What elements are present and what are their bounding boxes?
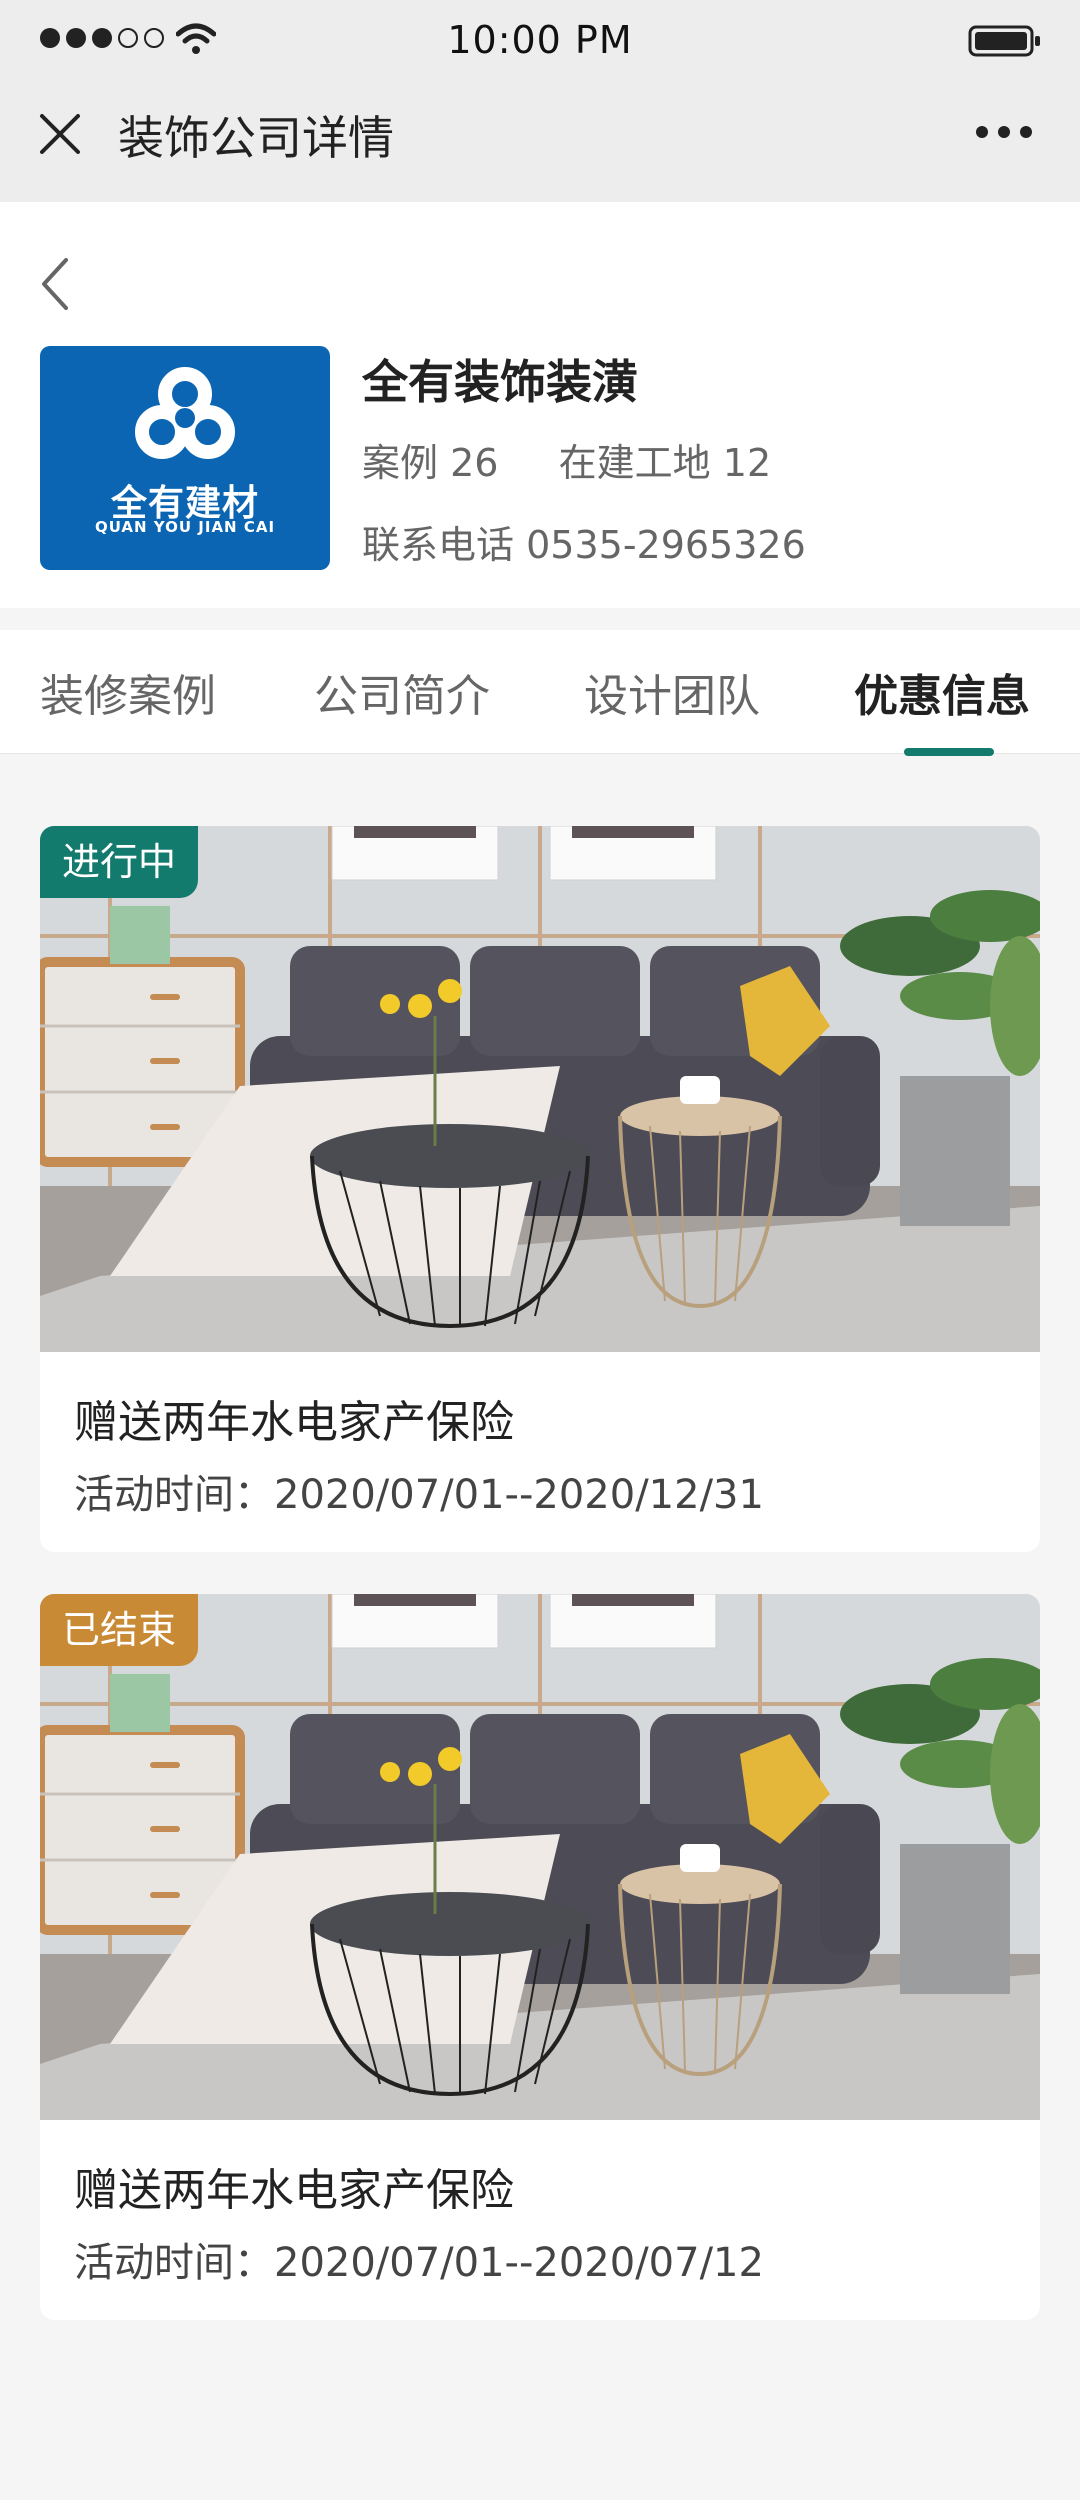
company-name: 全有装饰装潢 bbox=[362, 355, 638, 409]
nav-bar: 装饰公司详情 bbox=[0, 80, 1080, 202]
company-header: 全有建材 QUAN YOU JIAN CAI 全有装饰装潢 案例 26 在建工地… bbox=[0, 202, 1080, 608]
logo-emblem-icon bbox=[135, 367, 235, 459]
tab-company-intro[interactable]: 公司简介 bbox=[314, 660, 490, 724]
promotion-title: 赠送两年水电家产保险 bbox=[74, 2165, 514, 2216]
cases-label: 案例 bbox=[362, 441, 439, 485]
promotion-image bbox=[40, 826, 1040, 1352]
sites-count: 12 bbox=[722, 441, 772, 485]
company-stats: 案例 26 在建工地 12 bbox=[362, 432, 771, 487]
page-title: 装饰公司详情 bbox=[118, 111, 394, 165]
status-badge: 已结束 bbox=[40, 1594, 199, 1666]
tab-design-team[interactable]: 设计团队 bbox=[584, 660, 760, 724]
battery-icon bbox=[968, 25, 1040, 57]
back-icon[interactable] bbox=[36, 254, 76, 314]
status-time: 10:00 PM bbox=[447, 18, 633, 62]
logo-subtext: QUAN YOU JIAN CAI bbox=[94, 518, 276, 536]
phone-number: 0535-2965326 bbox=[526, 523, 806, 567]
company-logo: 全有建材 QUAN YOU JIAN CAI bbox=[40, 346, 330, 570]
phone-label: 联系电话 bbox=[362, 523, 515, 567]
promotion-card[interactable]: 已结束 赠送两年水电家产保险 活动时间：2020/07/01--2020/07/… bbox=[40, 1594, 1040, 2320]
active-tab-indicator bbox=[904, 748, 994, 756]
cases-count: 26 bbox=[450, 441, 499, 485]
sites-label: 在建工地 bbox=[558, 441, 711, 485]
promotion-time: 活动时间：2020/07/01--2020/07/12 bbox=[74, 2240, 764, 2286]
company-phone[interactable]: 联系电话 0535-2965326 bbox=[362, 514, 806, 569]
more-options-icon[interactable] bbox=[976, 126, 1032, 138]
close-icon[interactable] bbox=[38, 112, 82, 156]
tab-cases[interactable]: 装修案例 bbox=[40, 660, 216, 724]
tab-bar: 装修案例 公司简介 设计团队 优惠信息 bbox=[0, 630, 1080, 756]
status-badge: 进行中 bbox=[40, 826, 199, 898]
promotion-time: 活动时间：2020/07/01--2020/12/31 bbox=[74, 1472, 764, 1518]
promotion-title: 赠送两年水电家产保险 bbox=[74, 1397, 514, 1448]
status-bar: 10:00 PM bbox=[0, 0, 1080, 80]
promotion-image bbox=[40, 1594, 1040, 2120]
tab-promotions[interactable]: 优惠信息 bbox=[854, 660, 1030, 724]
promotion-card[interactable]: 进行中 赠送两年水电家产保险 活动时间：2020/07/01--2020/12/… bbox=[40, 826, 1040, 1552]
